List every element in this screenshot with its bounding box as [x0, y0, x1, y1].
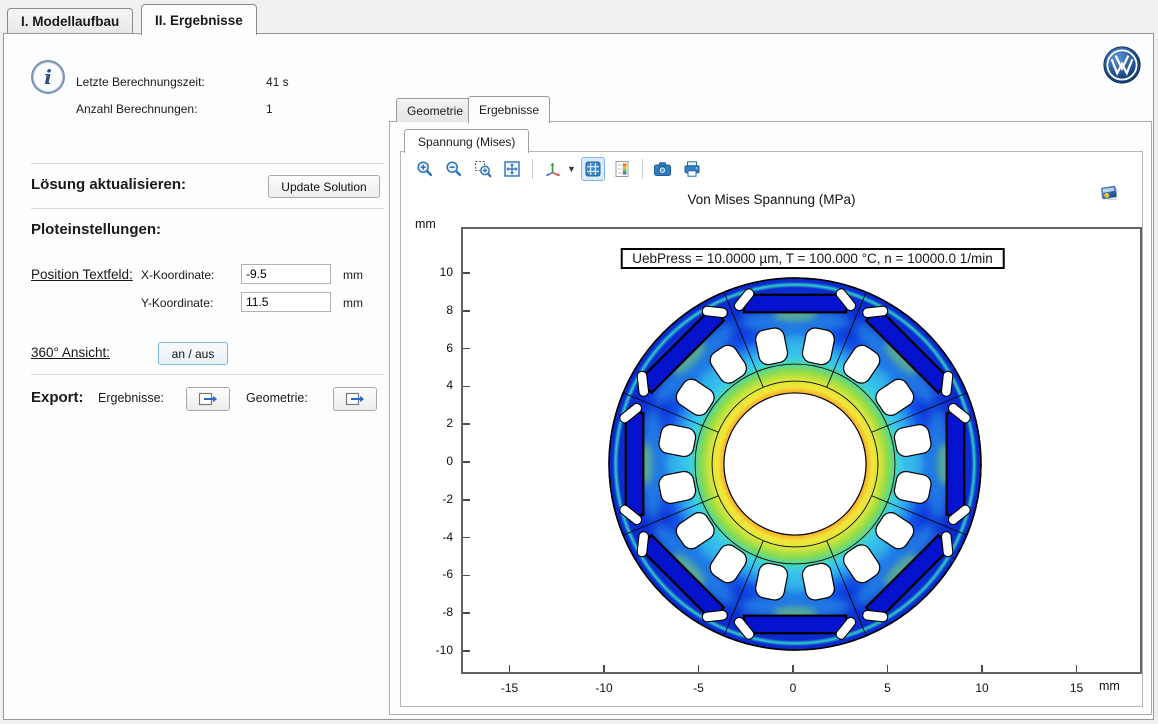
grid-toggle-icon[interactable]: [581, 157, 605, 181]
content-area: i Letzte Berechnungszeit: 41 s Anzahl Be…: [3, 33, 1154, 720]
export-icon: [345, 392, 365, 406]
update-solution-button[interactable]: Update Solution: [268, 175, 380, 198]
y-tick-label: -10: [419, 643, 453, 657]
y-tick-mark: [463, 612, 470, 614]
y-axis-unit: mm: [415, 217, 436, 231]
zoom-extents-icon[interactable]: [500, 157, 524, 181]
toolbar-separator: [642, 159, 643, 179]
toolbar-separator: [532, 159, 533, 179]
print-icon[interactable]: [680, 157, 704, 181]
divider: [31, 208, 384, 209]
y-tick-label: -6: [419, 567, 453, 581]
view-360-toggle-button[interactable]: an / aus: [158, 342, 228, 365]
y-coordinate-input[interactable]: [241, 292, 331, 312]
plot-toolbar: ▼: [413, 155, 704, 183]
plot-frame: UebPress = 10.0000 µm, T = 100.000 °C, n…: [461, 227, 1142, 674]
x-axis-unit: mm: [1099, 679, 1120, 693]
y-tick-label: 10: [419, 265, 453, 279]
results-panel: Spannung (Mises): [389, 121, 1152, 715]
y-tick-mark: [463, 650, 470, 652]
x-coordinate-label: X-Koordinate:: [141, 268, 214, 282]
export-geometry-label: Geometrie:: [246, 391, 308, 405]
divider: [31, 374, 384, 375]
zoom-in-icon[interactable]: [413, 157, 437, 181]
y-tick-mark: [463, 537, 470, 539]
plot-annotation: UebPress = 10.0000 µm, T = 100.000 °C, n…: [620, 248, 1005, 269]
x-tick-mark: [603, 665, 605, 672]
x-tick-label: -10: [584, 681, 624, 695]
y-tick-label: -8: [419, 605, 453, 619]
x-tick-mark: [792, 665, 794, 672]
x-coordinate-input[interactable]: [241, 264, 331, 284]
x-tick-label: 5: [868, 681, 908, 695]
tab-modellaufbau[interactable]: I. Modellaufbau: [7, 8, 133, 34]
tab-ergebnisse-label: II. Ergebnisse: [155, 13, 243, 28]
y-tick-mark: [463, 348, 470, 350]
volkswagen-logo: [1103, 46, 1141, 84]
y-tick-label: 8: [419, 303, 453, 317]
x-tick-mark: [509, 665, 511, 672]
x-tick-mark: [887, 665, 889, 672]
export-results-button[interactable]: [186, 387, 230, 411]
export-results-label: Ergebnisse:: [98, 391, 164, 405]
y-tick-label: 2: [419, 416, 453, 430]
zoom-out-icon[interactable]: [442, 157, 466, 181]
axes-orientation-dropdown-icon[interactable]: ▼: [567, 164, 576, 174]
x-tick-mark: [1076, 665, 1078, 672]
export-icon: [198, 392, 218, 406]
panel-tab-geometrie[interactable]: Geometrie: [396, 98, 474, 122]
plot-container: ▼: [400, 151, 1143, 707]
y-tick-mark: [463, 461, 470, 463]
last-computation-label: Letzte Berechnungszeit:: [76, 75, 205, 89]
x-tick-label: 0: [773, 681, 813, 695]
x-tick-label: -5: [679, 681, 719, 695]
axes-orientation-icon[interactable]: [541, 157, 565, 181]
divider: [31, 163, 384, 164]
info-icon: i: [31, 60, 65, 94]
subtab-spannung-mises[interactable]: Spannung (Mises): [404, 129, 529, 153]
y-tick-label: 4: [419, 378, 453, 392]
y-tick-mark: [463, 386, 470, 388]
y-tick-label: 0: [419, 454, 453, 468]
y-tick-mark: [463, 499, 470, 501]
stress-plot-canvas[interactable]: [463, 229, 1140, 672]
y-coordinate-unit: mm: [343, 296, 363, 310]
view-360-label: 360° Ansicht:: [31, 345, 110, 360]
panel-tab-ergebnisse[interactable]: Ergebnisse: [468, 96, 550, 123]
color-legend-toggle-icon[interactable]: [610, 157, 634, 181]
y-tick-mark: [463, 272, 470, 274]
plot-corner-image-icon[interactable]: [1099, 183, 1119, 203]
computation-count-label: Anzahl Berechnungen:: [76, 102, 197, 116]
tab-modellaufbau-label: I. Modellaufbau: [21, 14, 119, 29]
y-coordinate-label: Y-Koordinate:: [141, 296, 213, 310]
zoom-to-selection-icon[interactable]: [471, 157, 495, 181]
y-tick-mark: [463, 423, 470, 425]
computation-count-value: 1: [266, 102, 273, 116]
app-window: I. Modellaufbau II. Ergebnisse i Letzte …: [0, 0, 1158, 724]
y-tick-label: -4: [419, 530, 453, 544]
export-geometry-button[interactable]: [333, 387, 377, 411]
y-tick-mark: [463, 575, 470, 577]
plot-title: Von Mises Spannung (MPa): [401, 192, 1142, 207]
export-heading: Export:: [31, 389, 84, 406]
last-computation-value: 41 s: [266, 75, 289, 89]
snapshot-camera-icon[interactable]: [651, 157, 675, 181]
update-solution-heading: Lösung aktualisieren:: [31, 176, 186, 193]
x-coordinate-unit: mm: [343, 268, 363, 282]
x-tick-label: 10: [962, 681, 1002, 695]
textfield-position-label: Position Textfeld:: [31, 267, 133, 282]
x-tick-mark: [698, 665, 700, 672]
x-tick-label: 15: [1057, 681, 1097, 695]
y-tick-label: 6: [419, 341, 453, 355]
y-tick-mark: [463, 310, 470, 312]
y-tick-label: -2: [419, 492, 453, 506]
plot-settings-heading: Ploteinstellungen:: [31, 221, 161, 238]
x-tick-label: -15: [490, 681, 530, 695]
x-tick-mark: [981, 665, 983, 672]
tab-ergebnisse[interactable]: II. Ergebnisse: [141, 4, 257, 35]
